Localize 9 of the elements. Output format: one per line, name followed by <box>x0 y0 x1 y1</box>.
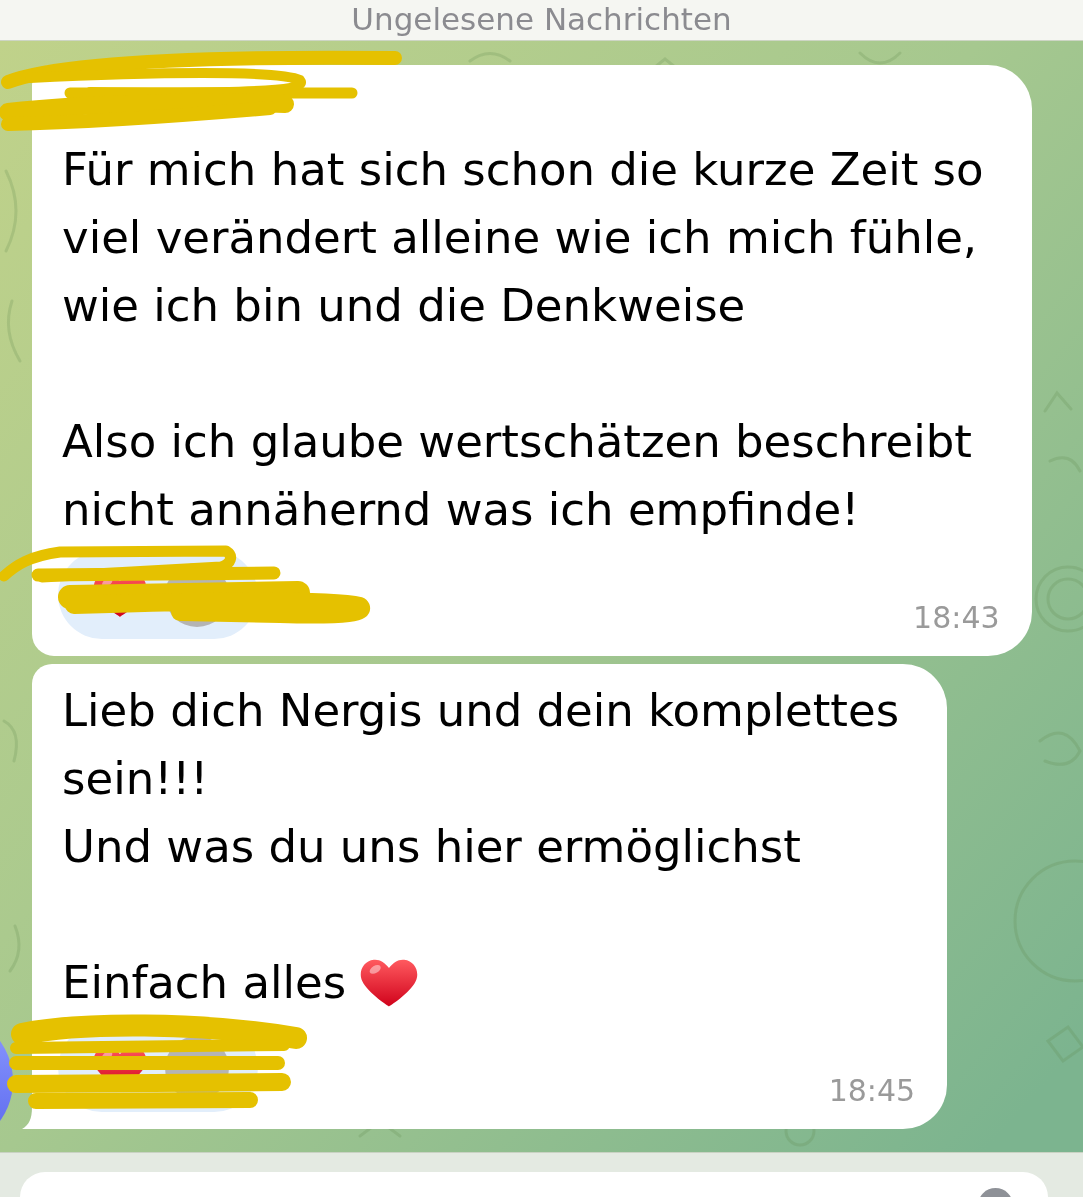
message-time: 18:45 <box>828 1074 916 1108</box>
message-text: Einfach alles <box>62 955 347 1011</box>
message-input-field[interactable] <box>20 1172 1048 1197</box>
message-time: 18:43 <box>913 601 1000 635</box>
message-text: Lieb dich Nergis und dein komplettes sein!!! Und was du uns hier ermöglichst <box>62 683 900 875</box>
sender-avatar[interactable] <box>0 1041 13 1121</box>
unread-messages-label: Ungelesene Nachrichten <box>351 0 732 38</box>
message-text: Also ich glaube wertschätzen beschreibt nicht annähernd was ich empfinde! <box>62 414 973 538</box>
message-text: Für mich hat sich schon die kurze Zeit so viel verändert alleine wie ich mich fühle, wie ich bin und die Denkweise <box>62 142 984 334</box>
